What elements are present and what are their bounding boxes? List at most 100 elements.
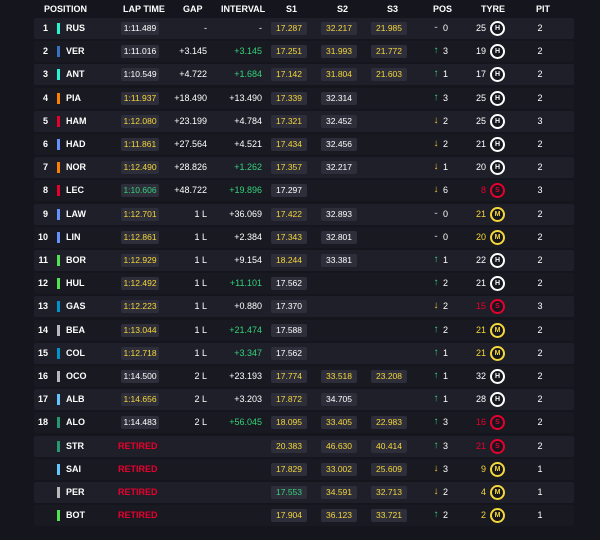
sector-2-time: 32.801 [321, 230, 357, 244]
retired-label: RETIRED [118, 510, 158, 521]
header-gap[interactable]: GAP [183, 4, 203, 14]
tyre-age: 21 [475, 324, 486, 335]
arrow-down-icon: ↓ [433, 184, 439, 196]
driver-row[interactable]: 8 LEC 1:10.606 +48.722 +19.896 17.297 ↓ 6 8 S 3 [34, 180, 574, 202]
tyre-compound-icon: H [490, 160, 505, 176]
driver-code: LIN [66, 231, 81, 242]
retired-label: RETIRED [118, 440, 158, 451]
tyre-age: 9 [480, 463, 486, 474]
sector-1-time: 17.553 [271, 486, 307, 499]
driver-row[interactable]: STR RETIRED 20.383 46.630 40.414 ↑ 3 21 S 2 [34, 435, 574, 457]
sector-3-time: 21.985 [371, 22, 407, 35]
sector-3-time: 22.983 [371, 416, 407, 430]
lap-time: 1:12.490 [121, 161, 159, 175]
driver-row[interactable]: 10 LIN 1:12.861 1 L +2.384 17.343 32.801 -0 20 M 2 [34, 226, 574, 248]
tyre-compound-icon: S [490, 183, 505, 199]
sector-3-time: 32.713 [371, 486, 407, 499]
team-color-bar [57, 46, 60, 58]
no-change-icon: - [434, 207, 438, 219]
header-s1[interactable]: S1 [286, 4, 297, 14]
tyre-age: 15 [475, 301, 486, 312]
team-color-bar [57, 394, 60, 406]
position-number: 9 [42, 208, 48, 219]
header-lap-time[interactable]: LAP TIME [123, 4, 165, 14]
gap-value: 2 L [194, 394, 207, 405]
sector-1-time: 17.434 [271, 138, 307, 151]
driver-row[interactable]: SAI RETIRED 17.829 33.002 25.609 ↓ 3 9 M 1 [34, 458, 574, 480]
team-color-bar [57, 487, 60, 498]
sector-1-time: 17.297 [271, 184, 307, 198]
arrow-up-icon: ↑ [433, 68, 439, 80]
header-tyre[interactable]: TYRE [481, 4, 505, 14]
driver-row[interactable]: 11 BOR 1:12.929 1 L +9.154 18.244 33.381 ↑ 1 22 H 2 [34, 250, 574, 271]
driver-row[interactable]: 7 NOR 1:12.490 +28.826 +1.262 17.357 32.217 ↓ 1 2… [34, 157, 574, 179]
gap-value: 2 L [194, 371, 207, 381]
driver-row[interactable]: 16 OCO 1:14.500 2 L +23.193 17.774 33.518 23.20… [34, 366, 574, 387]
driver-row[interactable]: 9 LAW 1:12.701 1 L +36.069 17.422 32.893 -0 21 M 2 [34, 203, 574, 225]
lap-time: 1:13.044 [121, 323, 159, 337]
team-color-bar [57, 23, 60, 34]
sector-2-time: 33.002 [321, 462, 357, 476]
driver-row[interactable]: 13 GAS 1:12.223 1 L +0.880 17.370 ↓ 2 15 S 3 [34, 296, 574, 318]
header-s3[interactable]: S3 [387, 4, 398, 14]
gap-value: 1 L [194, 347, 207, 358]
sector-1-time: 17.287 [271, 22, 307, 35]
driver-row[interactable]: 14 BEA 1:13.044 1 L +21.474 17.588 ↑ 2 21 M 2 [34, 319, 574, 341]
timing-tower: POSITION LAP TIME GAP INTERVAL S1 S2 S3 … [0, 0, 600, 540]
position-number: 13 [37, 301, 48, 312]
tyre-age: 16 [475, 417, 486, 428]
gap-value: 1 L [194, 231, 207, 242]
arrow-down-icon: ↓ [433, 300, 439, 312]
driver-row[interactable]: BOT RETIRED 17.904 36.123 33.721 ↑ 2 2 M 1 [34, 505, 574, 527]
interval-value: +11.101 [229, 278, 262, 289]
interval-value: +3.145 [234, 46, 262, 57]
arrow-up-icon: ↑ [433, 416, 439, 428]
header-pit[interactable]: PIT [536, 4, 550, 14]
tyre-compound-icon: M [490, 508, 505, 524]
driver-row[interactable]: 1 RUS 1:11.489- -17.287 32.217 21.985-0 25 H 2 [34, 18, 574, 39]
tyre-compound-icon: M [490, 461, 505, 477]
driver-row[interactable]: 18 ALO 1:14.483 2 L +56.045 18.095 33.405 22.98… [34, 412, 574, 434]
gap-value: +48.722 [174, 185, 207, 196]
header-position[interactable]: POSITION [44, 4, 87, 14]
driver-code: LAW [66, 208, 86, 219]
arrow-down-icon: ↓ [433, 486, 439, 497]
team-color-bar [57, 162, 60, 174]
driver-row[interactable]: 12 HUL 1:12.492 1 L +11.101 17.562 ↑ 2 21 H 2 [34, 273, 574, 295]
team-color-bar [57, 278, 60, 290]
lap-time: 1:12.223 [121, 300, 159, 314]
gap-value: 2 L [194, 417, 207, 428]
driver-row[interactable]: 3 ANT 1:10.549 +4.722 +1.684 17.142 31.804 21.6… [34, 64, 574, 86]
position-number: 8 [42, 185, 48, 196]
driver-row[interactable]: 4 PIA 1:11.937 +18.490 +13.490 17.339 32.314 ↑ 3… [34, 87, 574, 109]
position-change: 3 [443, 440, 449, 451]
header-s2[interactable]: S2 [337, 4, 348, 14]
tyre-age: 4 [480, 487, 486, 497]
driver-row[interactable]: 6 HAD 1:11.861 +27.564 +4.521 17.434 32.456 ↓ 2 2… [34, 134, 574, 155]
header-interval[interactable]: INTERVAL [221, 4, 265, 14]
header-pos[interactable]: POS [433, 4, 452, 14]
sector-1-time: 18.095 [271, 416, 307, 430]
arrow-down-icon: ↓ [433, 138, 439, 149]
driver-code: GAS [66, 301, 86, 312]
position-change: 3 [443, 92, 449, 103]
interval-value: +4.784 [234, 115, 262, 126]
sector-3-time: 21.603 [371, 68, 407, 82]
sector-2-time: 33.381 [321, 254, 357, 267]
driver-row[interactable]: 17 ALB 1:14.656 2 L +3.203 17.872 34.705 ↑ 1 28 H 2 [34, 389, 574, 411]
driver-row[interactable]: 5 HAM 1:12.080 +23.199 +4.784 17.321 32.452 ↓ 2 2… [34, 110, 574, 132]
tyre-age: 25 [475, 23, 486, 33]
arrow-up-icon: ↑ [433, 254, 439, 265]
position-number: 10 [37, 231, 48, 242]
gap-value: +23.199 [174, 115, 207, 126]
pit-stops: 2 [537, 417, 543, 428]
gap-value: +18.490 [174, 92, 207, 103]
arrow-up-icon: ↑ [433, 323, 439, 335]
driver-row[interactable]: 15 COL 1:12.718 1 L +3.347 17.562 ↑ 1 21 M 2 [34, 342, 574, 364]
sector-1-time: 17.904 [271, 509, 307, 523]
tyre-compound-icon: S [490, 438, 505, 454]
driver-row[interactable]: 2 VER 1:11.016 +3.145 +3.145 17.251 31.993 21.7… [34, 41, 574, 63]
driver-row[interactable]: PER RETIRED 17.553 34.591 32.713 ↓ 2 4 M 1 [34, 482, 574, 503]
sector-1-time: 17.829 [271, 462, 307, 476]
lap-time: 1:10.549 [121, 68, 159, 82]
